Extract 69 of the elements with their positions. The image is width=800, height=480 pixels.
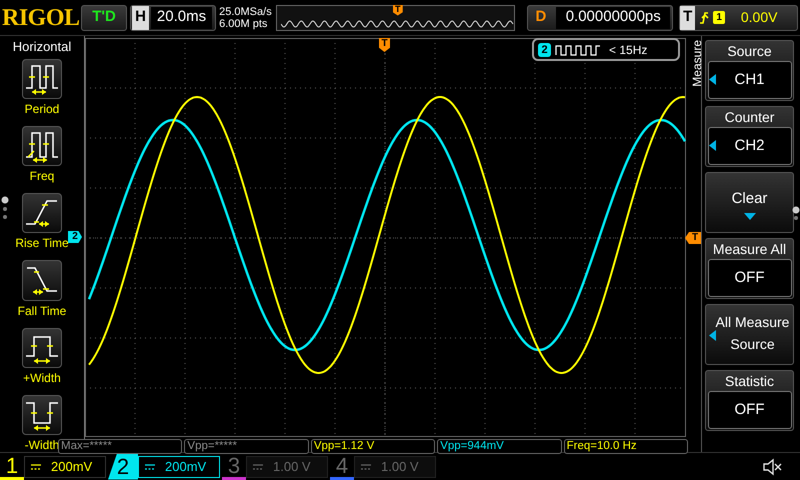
menu-button[interactable]: Counter CH2 <box>705 106 794 167</box>
menu-button[interactable]: Clear <box>705 172 794 233</box>
menu-button[interactable]: All Measure Source <box>705 304 794 365</box>
timebase-panel[interactable]: H 20.0ms <box>130 4 216 30</box>
measurement-readout: Freq=10.0 Hz <box>564 439 688 454</box>
trigger-level: 0.00V <box>740 8 778 27</box>
dropdown-arrow-icon <box>744 213 756 220</box>
menu-button[interactable]: Source CH1 <box>705 40 794 101</box>
selector-arrow-icon <box>709 74 716 85</box>
channel-badge: 2 <box>538 42 551 56</box>
trigger-source: 1 <box>713 11 725 24</box>
trigger-position-marker: T <box>379 38 390 52</box>
measure-button[interactable] <box>22 193 62 234</box>
coupling-icon <box>253 464 263 470</box>
delay-label: D <box>534 7 548 28</box>
scale-value: 1.00 V <box>273 458 311 476</box>
option-value: CH1 <box>708 61 792 99</box>
menu-button[interactable]: Statistic OFF <box>705 370 794 431</box>
scale-value: 200mV <box>51 458 92 476</box>
run-status: T'D <box>81 4 128 30</box>
coupling-icon <box>145 464 155 470</box>
selector-arrow-icon <box>709 330 716 341</box>
page-dots-icon <box>792 206 800 222</box>
scale-value: 1.00 V <box>381 458 419 476</box>
measure-button[interactable] <box>22 58 62 99</box>
timebase-value: 20.0ms <box>150 6 212 28</box>
horizontal-label: H <box>132 6 149 30</box>
button-label: +Width <box>23 370 61 385</box>
mute-icon[interactable] <box>762 458 782 476</box>
selector-arrow-icon <box>709 140 716 151</box>
option-value: OFF <box>708 259 792 297</box>
measurement-readout: Max=***** <box>58 439 182 454</box>
trigger-level-marker: T <box>685 232 701 244</box>
square-wave-icon <box>555 44 601 56</box>
brand-logo: RIGOL <box>2 4 78 32</box>
button-label: Period <box>24 102 60 116</box>
measurement-readout: Vpp=***** <box>184 439 309 454</box>
measure-button[interactable] <box>22 394 62 435</box>
delay-panel[interactable]: D 0.00000000ps <box>526 4 674 30</box>
ground-marker: 2 <box>68 231 82 243</box>
measurement-readout: Vpp=1.12 V <box>310 439 436 454</box>
channel-scale[interactable]: 200mV <box>24 456 106 478</box>
measurement-readout: Vpp=944mV <box>437 439 562 454</box>
scale-value: 200mV <box>165 458 206 476</box>
rising-edge-icon <box>699 10 710 24</box>
counter-reading: < 15Hz <box>609 42 648 58</box>
trigger-label: T <box>680 6 696 30</box>
menu-button[interactable]: Measure All OFF <box>705 238 794 299</box>
menu-title: Measure <box>689 40 705 87</box>
measure-button[interactable] <box>22 328 62 368</box>
coupling-icon <box>361 464 371 470</box>
button-label: Rise Time <box>15 236 69 250</box>
coupling-icon <box>31 464 41 470</box>
trigger-panel[interactable]: T 1 0.00V <box>679 4 798 30</box>
memory-depth: 6.00M pts <box>219 18 268 30</box>
channel-scale[interactable]: 200mV <box>138 456 220 478</box>
measure-button[interactable] <box>22 126 62 166</box>
delay-value: 0.00000000ps <box>556 6 670 28</box>
measure-button[interactable] <box>22 260 62 300</box>
page-dots-icon <box>1 196 9 222</box>
option-value: OFF <box>708 391 792 429</box>
button-label: -Width <box>24 438 60 452</box>
option-value: CH2 <box>708 127 792 165</box>
channel-number[interactable]: 2 <box>108 454 138 480</box>
menu-title: Horizontal <box>12 38 72 56</box>
button-label: Fall Time <box>18 304 66 318</box>
sample-rate: 25.0MSa/s <box>219 6 273 18</box>
button-label: Freq <box>30 169 54 183</box>
trigger-position-marker: T <box>392 4 403 16</box>
